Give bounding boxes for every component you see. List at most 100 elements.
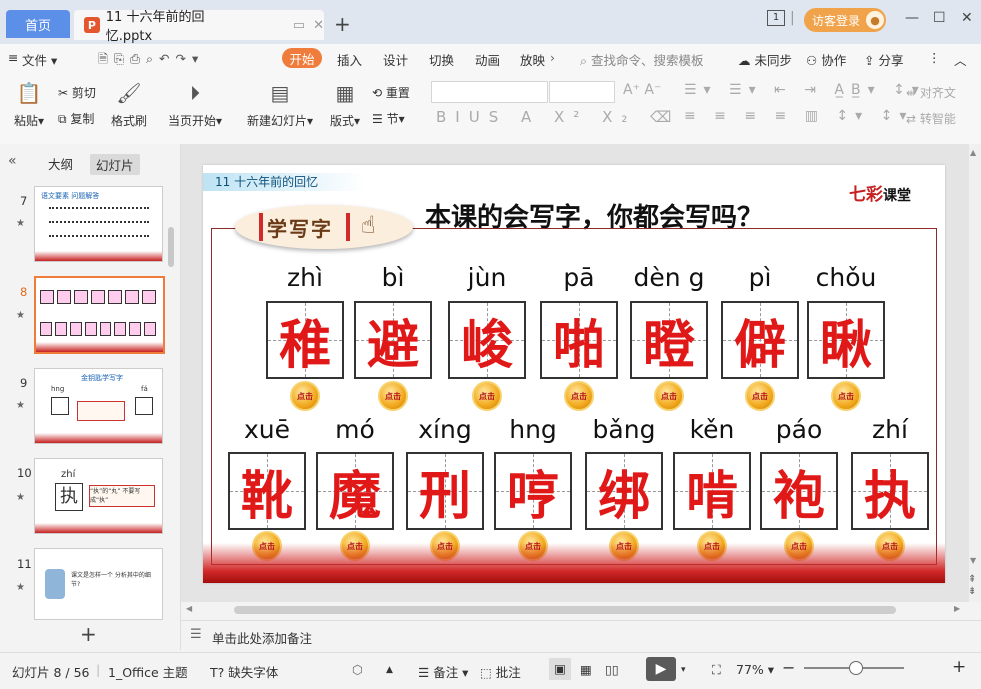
section-button[interactable]: ☰ 节▾	[372, 110, 405, 127]
character-grid-box[interactable]: 执	[851, 452, 929, 530]
click-coin-button[interactable]: 点击	[290, 381, 320, 411]
more-options-icon[interactable]: ⋮	[928, 50, 941, 65]
text-format-buttons[interactable]: BIUS A X² X₂ ⌫	[436, 108, 680, 126]
click-coin-button[interactable]: 点击	[378, 381, 408, 411]
notes-button[interactable]: ☰ 备注 ▾	[418, 662, 468, 681]
play-current-button[interactable]: ⏵ 当页开始▾	[166, 80, 224, 129]
character-grid-box[interactable]: 魔	[316, 452, 394, 530]
slide-thumbnail-11[interactable]: 课文是怎样一个 分析其中的细节?	[34, 548, 163, 620]
tab-slides[interactable]: 幻灯片	[90, 154, 140, 175]
character-grid-box[interactable]: 靴	[228, 452, 306, 530]
menu-slideshow[interactable]: 放映	[520, 50, 545, 69]
font-name-select[interactable]	[431, 81, 548, 103]
scroll-up-icon[interactable]: ▲	[970, 148, 976, 157]
copy-button[interactable]: ⧉ 复制	[58, 110, 94, 127]
character-grid-box[interactable]: 避	[354, 301, 432, 379]
collab-button[interactable]: ⚇ 协作	[806, 50, 846, 69]
character-grid-box[interactable]: 啪	[540, 301, 618, 379]
zoom-level[interactable]: 77% ▾	[736, 662, 774, 677]
layout-button[interactable]: ▦ 版式▾	[326, 80, 364, 129]
pane-scrollbar[interactable]	[168, 227, 174, 267]
paragraph-buttons[interactable]: ☰▾ ☰▾ ⇤ ⇥ A̲B̲▾ ↕▾	[684, 82, 926, 98]
command-search[interactable]: ⌕ 查找命令、搜索模板	[580, 50, 704, 69]
character-grid-box[interactable]: 啃	[673, 452, 751, 530]
menu-insert[interactable]: 插入	[337, 50, 362, 69]
format-painter-button[interactable]: 🖌 格式刷	[110, 80, 148, 129]
slide-thumbnail-10[interactable]: zhí 执 “执”的“丸” 不要写成“执”	[34, 458, 163, 534]
minimize-icon[interactable]: —	[905, 10, 919, 26]
zoom-slider-handle[interactable]	[849, 661, 863, 675]
character-grid-box[interactable]: 绑	[585, 452, 663, 530]
click-coin-button[interactable]: 点击	[564, 381, 594, 411]
normal-view-icon[interactable]: ▣	[549, 658, 571, 680]
menu-transition[interactable]: 切换	[429, 50, 454, 69]
slide-thumbnail-8-selected[interactable]	[34, 276, 165, 354]
tab-document[interactable]: P 11 十六年前的回忆.pptx ▭ ✕	[74, 10, 324, 44]
character-grid-box[interactable]: 刑	[406, 452, 484, 530]
maximize-icon[interactable]: ☐	[933, 10, 946, 26]
scroll-left-icon[interactable]: ◀	[186, 604, 192, 613]
horizontal-scrollbar[interactable]	[234, 606, 896, 614]
fit-window-icon[interactable]: ⛶	[712, 662, 721, 678]
character-grid-box[interactable]: 峻	[448, 301, 526, 379]
reset-button[interactable]: ⟲ 重置	[372, 84, 410, 101]
hamburger-icon[interactable]: ≡	[8, 50, 18, 65]
click-coin-button[interactable]: 点击	[654, 381, 684, 411]
paste-button[interactable]: 📋 粘贴▾	[12, 80, 46, 129]
click-coin-button[interactable]: 点击	[831, 381, 861, 411]
slide-thumbnail-7[interactable]: 语文要素 问题解答	[34, 186, 163, 262]
character-grid-box[interactable]: 瞪	[630, 301, 708, 379]
monitor-icon[interactable]: ▭	[293, 18, 305, 33]
cut-button[interactable]: ✂ 剪切	[58, 84, 96, 101]
visitor-login-button[interactable]: 访客登录 ●	[804, 8, 886, 32]
font-size-buttons[interactable]: A⁺ A⁻	[623, 82, 661, 98]
new-tab-icon[interactable]: +	[334, 12, 351, 36]
tab-outline[interactable]: 大纲	[48, 154, 73, 173]
tab-home[interactable]: 首页	[6, 10, 70, 38]
collapse-ribbon-icon[interactable]: ︿	[954, 50, 967, 69]
notes-placeholder[interactable]: 单击此处添加备注	[212, 628, 312, 647]
zoom-out-icon[interactable]: −	[782, 658, 795, 677]
window-count-badge[interactable]: 1	[767, 10, 785, 26]
character-grid-box[interactable]: 袍	[760, 452, 838, 530]
click-coin-button[interactable]: 点击	[745, 381, 775, 411]
vertical-scrollbar[interactable]	[969, 144, 981, 602]
quick-access-icons[interactable]: 🗎⎘⎙⌕↶↷▾	[98, 50, 204, 71]
collapse-pane-icon[interactable]: «	[8, 153, 17, 169]
comment-button[interactable]: ⬚ 批注	[480, 662, 521, 681]
sync-status[interactable]: ☁ 未同步	[738, 50, 792, 69]
add-slide-icon[interactable]: +	[80, 622, 97, 646]
zoom-in-icon[interactable]: +	[952, 657, 966, 677]
menu-file[interactable]: 文件 ▾	[22, 50, 57, 69]
play-options-icon[interactable]: ▾	[681, 665, 686, 675]
menu-design[interactable]: 设计	[383, 50, 408, 69]
slide-thumbnail-9[interactable]: 金钥匙学写字 hng fá	[34, 368, 163, 444]
scroll-right-icon[interactable]: ▶	[954, 604, 960, 613]
share-button[interactable]: ⇪ 分享	[864, 50, 903, 69]
new-slide-button[interactable]: ▤ 新建幻灯片▾	[244, 80, 316, 129]
theme-name[interactable]: 1_Office 主题	[108, 662, 188, 681]
expand-up-icon[interactable]: ▲	[386, 665, 393, 675]
menu-start[interactable]: 开始	[282, 48, 322, 68]
alignment-buttons[interactable]: ≡ ≡ ≡ ≡ ▥ ↕▾ ↕▾	[684, 108, 913, 124]
character-grid-box[interactable]: 瞅	[807, 301, 885, 379]
shield-icon[interactable]: ⬡	[352, 662, 363, 677]
scroll-down-icon[interactable]: ▼	[970, 556, 976, 565]
font-size-select[interactable]	[549, 81, 615, 103]
character-grid-box[interactable]: 哼	[494, 452, 572, 530]
character-grid-box[interactable]: 稚	[266, 301, 344, 379]
click-coin-button[interactable]: 点击	[472, 381, 502, 411]
slide-8[interactable]: 11 十六年前的回忆 七彩课堂 本课的会写字，你都会写吗？ 学写字 ☝ zhì 稚…	[203, 165, 945, 583]
page-nav-icons[interactable]: ⇞ ⇟	[968, 574, 976, 598]
menu-animation[interactable]: 动画	[475, 50, 500, 69]
slide-sorter-icon[interactable]: ▦	[580, 662, 592, 677]
play-slideshow-button[interactable]: ▶	[646, 657, 676, 681]
close-window-icon[interactable]: ✕	[961, 10, 973, 26]
reading-view-icon[interactable]: ▯▯	[605, 662, 619, 677]
menu-more-icon[interactable]: ›	[550, 50, 555, 65]
missing-font-button[interactable]: T? 缺失字体	[210, 662, 278, 681]
character-grid-box[interactable]: 僻	[721, 301, 799, 379]
convert-smartart-button[interactable]: ⇄ 转智能	[906, 110, 956, 127]
align-text-button[interactable]: ⇹ 对齐文	[906, 84, 956, 101]
close-tab-icon[interactable]: ✕	[313, 18, 324, 33]
